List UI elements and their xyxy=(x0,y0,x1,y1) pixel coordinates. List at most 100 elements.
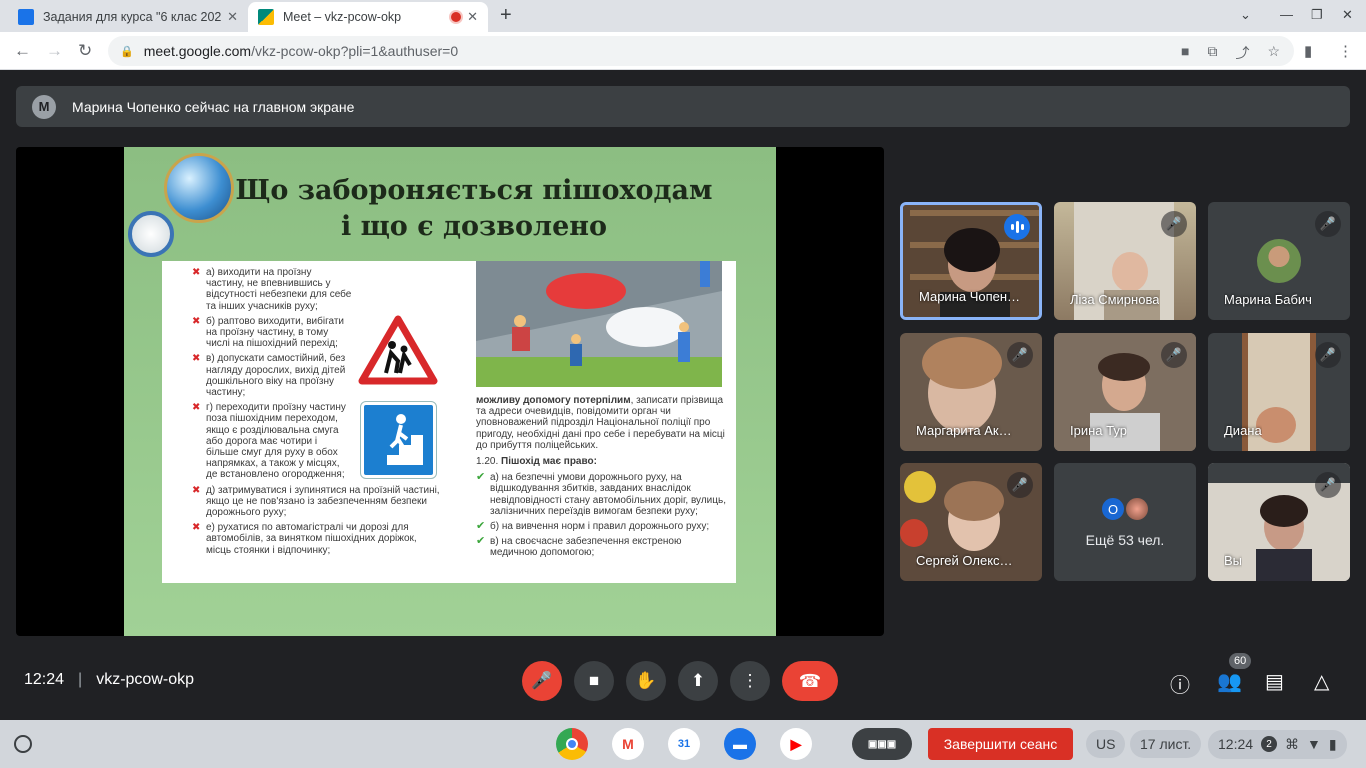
status-tray[interactable]: 12:24 2 ⌘ ▼ ▮ xyxy=(1208,720,1347,768)
people-icon[interactable]: 👥 xyxy=(1217,669,1242,694)
participant-name: Маргарита Ак… xyxy=(916,423,1012,438)
participant-tile[interactable]: Марина Чопен… xyxy=(900,202,1042,320)
participant-avatar xyxy=(1257,239,1301,283)
url-path: /vkz-pcow-okp?pli=1&authuser=0 xyxy=(251,43,459,59)
gmail-icon[interactable]: M xyxy=(612,728,644,760)
keyboard-layout[interactable]: US xyxy=(1086,720,1126,768)
close-tab-icon[interactable]: ✕ xyxy=(467,9,478,25)
muted-mic-icon: 🎤 xyxy=(1007,472,1033,498)
people-count-badge: 60 xyxy=(1229,653,1252,669)
bookmark-star-icon[interactable]: ☆ xyxy=(1267,43,1280,63)
new-tab-button[interactable]: + xyxy=(500,4,512,27)
participant-tile[interactable]: 🎤 Маргарита Ак… xyxy=(900,333,1042,451)
meeting-details-icon[interactable]: ⓘ xyxy=(1170,669,1190,698)
chat-icon[interactable]: ▤ xyxy=(1265,669,1284,694)
camera-permission-icon[interactable]: ■ xyxy=(1181,43,1189,63)
participant-tile[interactable]: 🎤 Ліза Смирнова xyxy=(1054,202,1196,320)
calendar-icon[interactable]: 31 xyxy=(668,728,700,760)
more-options-button[interactable]: ⋮ xyxy=(730,661,770,701)
tab-classroom[interactable]: Задания для курса "6 клас 202 ✕ xyxy=(8,2,248,32)
translate-icon[interactable]: ⧉ xyxy=(1207,43,1217,63)
prohibition-item: в) допускати самостійний, без нагляду до… xyxy=(192,353,352,398)
presenter-avatar: M xyxy=(32,94,56,119)
back-icon[interactable]: ← xyxy=(14,41,31,61)
camera-toggle-button[interactable]: ■ xyxy=(574,661,614,701)
prohibitions-list: а) виходити на проїзну частину, не впевн… xyxy=(192,267,440,560)
help-paragraph: можливу допомогу потерпілим, записати пр… xyxy=(476,395,728,451)
more-participants-label: Ещё 53 чел. xyxy=(1085,532,1165,548)
meeting-info: 12:24 | vkz-pcow-okp xyxy=(24,671,194,689)
end-session-button[interactable]: Завершити сеанс xyxy=(928,728,1073,760)
share-icon[interactable]: ⤴ xyxy=(1235,43,1249,63)
notification-count: 2 xyxy=(1261,736,1278,752)
prohibition-item: б) раптово виходити, вибігати на проїзну… xyxy=(192,316,352,350)
hand-icon: ✋ xyxy=(635,671,657,690)
raise-hand-button[interactable]: ✋ xyxy=(626,661,666,701)
slide: Що забороняється пішоходам і що є дозвол… xyxy=(124,147,776,636)
close-tab-icon[interactable]: ✕ xyxy=(227,9,238,25)
prohibition-item: д) затримуватися і зупинятися на проїзні… xyxy=(192,485,442,519)
slide-title: Що забороняється пішоходам і що є дозвол… xyxy=(235,175,713,242)
participant-name: Ірина Тур xyxy=(1070,423,1127,438)
presentation-stage[interactable]: Що забороняється пішоходам і що є дозвол… xyxy=(16,147,884,636)
right-item: б) на вивчення норм і правил дорожнього … xyxy=(476,521,728,532)
files-icon[interactable]: ▬ xyxy=(724,728,756,760)
presenting-banner: M Марина Чопенко сейчас на главном экран… xyxy=(16,86,1350,127)
prohibition-item: а) виходити на проїзну частину, не впевн… xyxy=(192,267,352,312)
muted-mic-icon: 🎤 xyxy=(1315,211,1341,237)
rights-number: 1.20. xyxy=(476,456,499,468)
chrome-icon[interactable] xyxy=(556,728,588,760)
lock-icon[interactable]: 🔒 xyxy=(120,45,134,58)
rights-header: 1.20. Пішохід має право: xyxy=(476,456,728,467)
tab-strip: Задания для курса "6 клас 202 ✕ Meet – v… xyxy=(0,0,1366,32)
muted-mic-icon: 🎤 xyxy=(1161,211,1187,237)
close-window-icon[interactable]: ✕ xyxy=(1342,7,1353,23)
more-participants-tile[interactable]: O Ещё 53 чел. xyxy=(1054,463,1196,581)
browser-menu-icon[interactable]: ⋮ xyxy=(1338,42,1353,60)
help-bold: можливу допомогу потерпілим xyxy=(476,395,631,406)
side-panel-icon[interactable]: ▮ xyxy=(1304,42,1312,60)
restore-icon[interactable]: ❐ xyxy=(1311,7,1323,23)
tab-title: Meet – vkz-pcow-okp xyxy=(283,10,402,24)
tab-search-icon[interactable]: ⌄ xyxy=(1240,7,1251,23)
prohibition-item: е) рухатися по автомагістралі чи дорозі … xyxy=(192,522,442,556)
mic-toggle-button[interactable]: 🎤 xyxy=(522,661,562,701)
participant-tile[interactable]: 🎤 Диана xyxy=(1208,333,1350,451)
participant-name: Вы xyxy=(1224,553,1243,568)
participant-name: Марина Бабич xyxy=(1224,292,1312,307)
present-button[interactable]: ⬆ xyxy=(678,661,718,701)
slide-document: а) виходити на проїзну частину, не впевн… xyxy=(162,261,736,583)
globe-icon xyxy=(164,153,234,223)
reload-icon[interactable]: ↻ xyxy=(78,41,92,61)
forward-icon[interactable]: → xyxy=(46,41,63,61)
muted-mic-icon: 🎤 xyxy=(1007,342,1033,368)
present-screen-icon: ⬆ xyxy=(690,671,706,690)
leave-call-button[interactable]: ☎ xyxy=(782,661,838,701)
participant-tile[interactable]: 🎤 Марина Бабич xyxy=(1208,202,1350,320)
minimize-icon[interactable]: — xyxy=(1280,7,1293,22)
participant-tile[interactable]: 🎤 Ірина Тур xyxy=(1054,333,1196,451)
more-vert-icon: ⋮ xyxy=(741,671,759,690)
tab-meet[interactable]: Meet – vkz-pcow-okp ✕ xyxy=(248,2,488,32)
open-windows-icon[interactable]: ▣▣▣ xyxy=(852,728,912,760)
underground-crossing-sign-icon xyxy=(360,401,437,479)
date-tray[interactable]: 17 лист. xyxy=(1130,720,1202,768)
right-item: а) на безпечні умови дорожнього руху, на… xyxy=(476,472,728,517)
recording-icon xyxy=(451,12,462,22)
battery-icon: ▮ xyxy=(1328,735,1337,752)
classroom-icon xyxy=(18,9,34,25)
layout-label: US xyxy=(1086,730,1126,758)
participant-name: Сергей Олекс… xyxy=(916,553,1013,568)
participant-chip: O xyxy=(1100,496,1126,522)
url-bar[interactable]: 🔒 meet.google.com /vkz-pcow-okp?pli=1&au… xyxy=(108,36,1294,66)
meeting-separator: | xyxy=(78,671,83,688)
participant-tile-self[interactable]: 🎤 Вы xyxy=(1208,463,1350,581)
presenting-text: Марина Чопенко сейчас на главном экране xyxy=(72,98,355,115)
launcher-icon[interactable] xyxy=(14,735,32,753)
participant-tile[interactable]: 🎤 Сергей Олекс… xyxy=(900,463,1042,581)
compass-icon xyxy=(128,211,174,257)
youtube-icon[interactable]: ▶ xyxy=(780,728,812,760)
activities-icon[interactable]: △ xyxy=(1314,669,1329,694)
tab-title: Задания для курса "6 клас 202 xyxy=(43,10,222,24)
meeting-controls: 12:24 | vkz-pcow-okp 🎤 ■ ✋ ⬆ ⋮ ☎ ⓘ 👥 60 … xyxy=(0,640,1366,720)
